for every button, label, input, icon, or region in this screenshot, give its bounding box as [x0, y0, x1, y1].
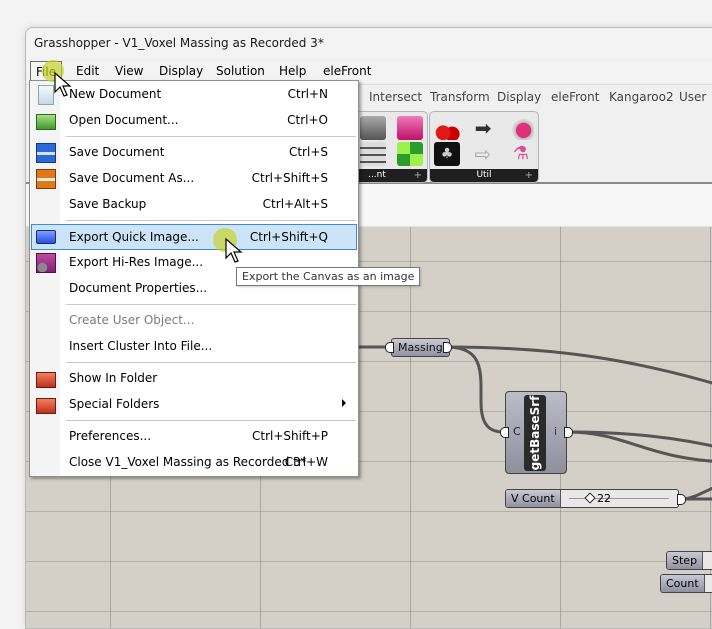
menu-separator	[66, 420, 356, 421]
submenu-arrow-icon	[342, 399, 346, 407]
gradient-icon[interactable]	[397, 116, 423, 140]
menu-bar: File Edit View Display Solution Help ele…	[26, 61, 712, 84]
count-label: Count	[661, 575, 705, 592]
vcount-label: V Count	[506, 490, 561, 507]
menu-view[interactable]: View	[115, 64, 143, 78]
ribbon-panel-util: ➡ ♣ ⇨ ⚗ Util +	[429, 111, 539, 183]
new-document-icon	[38, 85, 54, 105]
save-disk-icon	[36, 143, 56, 163]
export-image-icon	[36, 230, 56, 244]
sequence-icon[interactable]	[360, 116, 386, 140]
menu-item-label: Open Document...	[69, 113, 179, 127]
menu-item-shortcut: Ctrl+Shift+S	[251, 171, 328, 185]
menu-item-new-document[interactable]: New Document Ctrl+N	[32, 82, 356, 106]
menu-item-shortcut: Ctrl+Alt+S	[262, 197, 328, 211]
arrow-outline-icon[interactable]: ⇨	[470, 142, 496, 166]
tree-icon[interactable]: ♣	[434, 142, 460, 166]
massing-label: Massing	[398, 341, 443, 354]
menu-item-label: Preferences...	[69, 429, 152, 443]
menu-item-label: Document Properties...	[69, 281, 208, 295]
save-as-disk-icon	[36, 169, 56, 189]
folder-icon	[36, 398, 56, 414]
component-name: getBaseSrf	[524, 395, 546, 471]
getbasesrf-output-grip[interactable]	[564, 427, 573, 438]
eye-icon[interactable]	[508, 116, 534, 140]
getbasesrf-component[interactable]: C getBaseSrf i	[505, 391, 567, 474]
tab-elefront[interactable]: eleFront	[551, 90, 599, 104]
menu-item-open-document[interactable]: Open Document... Ctrl+O	[32, 108, 356, 132]
menu-item-save-document-as[interactable]: Save Document As... Ctrl+Shift+S	[32, 166, 356, 190]
massing-param[interactable]: Massing	[391, 338, 450, 357]
window-title: Grasshopper - V1_Voxel Massing as Record…	[34, 36, 324, 50]
menu-separator	[66, 220, 356, 221]
output-i-label: i	[554, 425, 558, 438]
massing-output-grip[interactable]	[443, 342, 452, 353]
menu-elefront[interactable]: eleFront	[323, 64, 371, 78]
menu-item-preferences[interactable]: Preferences... Ctrl+Shift+P	[32, 424, 356, 448]
menu-item-close-document[interactable]: Close V1_Voxel Massing as Recorded 3* Ct…	[32, 450, 356, 474]
panel-footer[interactable]: Util +	[430, 169, 538, 182]
menu-item-label: Save Document As...	[69, 171, 195, 185]
tab-kangaroo2[interactable]: Kangaroo2	[609, 90, 674, 104]
menu-item-label: Show In Folder	[69, 371, 158, 385]
slider-handle[interactable]	[584, 492, 596, 504]
count-slider[interactable]: Count	[660, 574, 712, 593]
export-hires-icon	[36, 253, 56, 273]
checker-icon[interactable]	[397, 142, 423, 166]
menu-item-label: Save Document	[69, 145, 165, 159]
menu-separator	[66, 136, 356, 137]
menu-display[interactable]: Display	[159, 64, 203, 78]
tab-transform[interactable]: Transform	[430, 90, 490, 104]
open-folder-icon	[36, 114, 56, 130]
step-slider[interactable]: Step	[666, 551, 712, 570]
massing-input-grip[interactable]	[385, 342, 394, 353]
menu-item-shortcut: Ctrl+Shift+Q	[249, 230, 328, 244]
menu-item-shortcut: Ctrl+S	[288, 145, 328, 159]
menu-separator	[66, 362, 356, 363]
menu-item-export-quick-image[interactable]: Export Quick Image... Ctrl+Shift+Q	[31, 224, 357, 250]
menu-item-label: Close V1_Voxel Massing as Recorded 3*	[69, 455, 307, 469]
tab-display[interactable]: Display	[497, 90, 541, 104]
tab-user[interactable]: User	[679, 90, 706, 104]
menu-item-create-user-object: Create User Object...	[32, 308, 356, 332]
arrow-right-icon[interactable]: ➡	[470, 116, 496, 140]
vcount-output-grip[interactable]	[677, 494, 686, 505]
folder-icon	[36, 372, 56, 388]
menu-item-save-document[interactable]: Save Document Ctrl+S	[32, 140, 356, 164]
vcount-slider[interactable]: V Count 22	[505, 489, 679, 508]
getbasesrf-input-grip[interactable]	[500, 427, 509, 438]
step-label: Step	[667, 552, 704, 569]
menu-item-shortcut: Ctrl+W	[284, 455, 328, 469]
tab-intersect[interactable]: Intersect	[369, 90, 422, 104]
tooltip: Export the Canvas as an image	[236, 267, 421, 286]
menu-help[interactable]: Help	[279, 64, 306, 78]
menu-item-label: Insert Cluster Into File...	[69, 339, 213, 353]
mouse-cursor-icon	[54, 72, 72, 97]
menu-solution[interactable]: Solution	[216, 64, 265, 78]
mouse-cursor-icon	[225, 238, 243, 263]
menu-item-label: New Document	[69, 87, 162, 101]
menu-item-save-backup[interactable]: Save Backup Ctrl+Alt+S	[32, 192, 356, 216]
input-c-label: C	[513, 425, 521, 438]
menu-edit[interactable]: Edit	[76, 64, 99, 78]
wire-massing-out	[445, 345, 712, 385]
menu-item-show-in-folder[interactable]: Show In Folder	[32, 366, 356, 390]
menu-item-shortcut: Ctrl+N	[287, 87, 328, 101]
menu-separator	[66, 304, 356, 305]
menu-item-special-folders[interactable]: Special Folders	[32, 392, 356, 416]
menu-item-label: Save Backup	[69, 197, 147, 211]
wire-massing-to-c	[445, 345, 505, 434]
menu-item-shortcut: Ctrl+O	[287, 113, 328, 127]
menu-item-label: Export Hi-Res Image...	[69, 255, 204, 269]
menu-item-label: Create User Object...	[69, 313, 195, 327]
menu-item-shortcut: Ctrl+Shift+P	[252, 429, 328, 443]
flask-icon[interactable]: ⚗	[508, 142, 534, 166]
cherry-icon[interactable]	[434, 116, 460, 140]
menu-item-insert-cluster[interactable]: Insert Cluster Into File...	[32, 334, 356, 358]
vcount-value: 22	[597, 492, 611, 505]
title-bar: Grasshopper - V1_Voxel Massing as Record…	[26, 28, 712, 60]
menu-item-label: Special Folders	[69, 397, 160, 411]
menu-item-label: Export Quick Image...	[69, 230, 199, 244]
list-icon[interactable]	[360, 142, 386, 166]
